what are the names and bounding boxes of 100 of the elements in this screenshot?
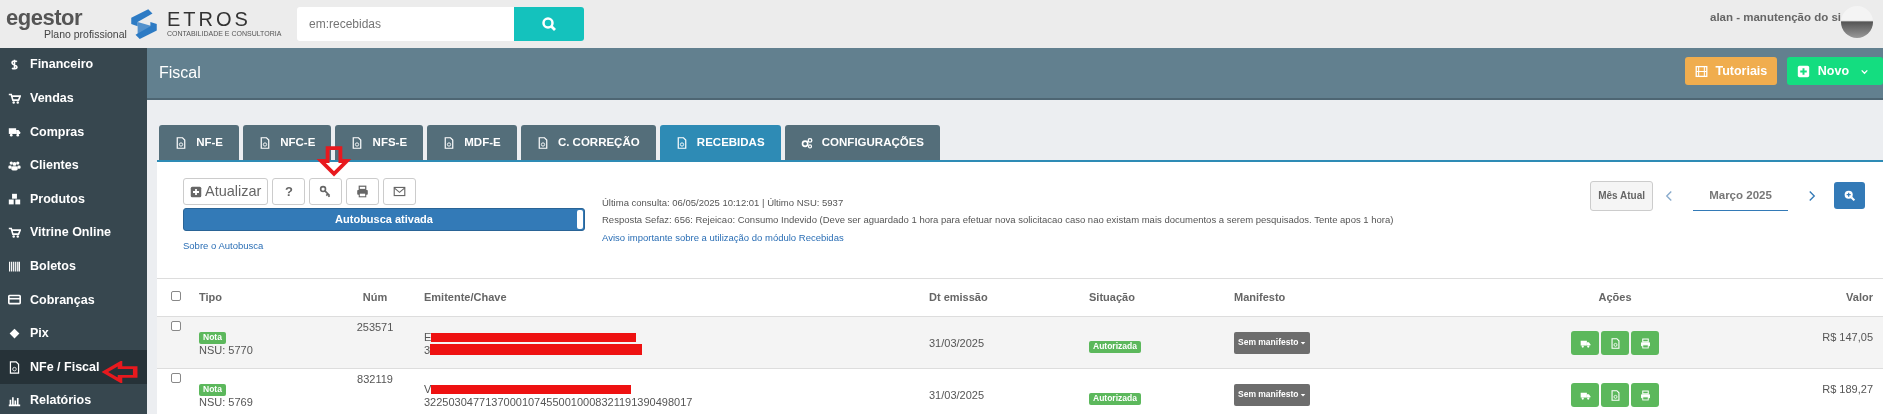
column-header: Valor [1846,291,1873,304]
column-header: Manifesto [1234,291,1286,304]
truck-button[interactable] [1571,383,1599,407]
sidebar-item[interactable]: NFe / Fiscal [0,350,147,384]
access-key-text: 3 [424,343,431,357]
sidebar-item[interactable]: Pix [0,316,147,351]
manifest-dropdown[interactable]: Sem manifesto [1234,384,1311,406]
gears-icon [800,136,813,149]
print-button[interactable] [1631,331,1659,355]
tab[interactable]: C. CORREÇÃO [520,125,656,160]
document-icon [175,136,187,149]
last-query-text: Última consulta: 06/05/2025 10:12:01 | Último NSU: 5937 [602,196,845,210]
status-badge: Autorizada [1089,341,1141,353]
diamond-icon [8,327,21,341]
nsu-text: NSU: 5770 [199,343,254,357]
page-title: Fiscal [159,63,201,83]
film-icon [1694,64,1708,78]
search-icon [541,16,557,32]
cart-icon [8,226,21,240]
help-button[interactable]: ? [272,178,306,205]
sidebar-item[interactable]: Vendas [0,81,147,116]
plan-label: Plano profissional [44,29,127,41]
number-cell: 253571 [356,321,394,333]
document-button[interactable] [1601,331,1629,355]
sidebar-item[interactable]: Cobranças [0,283,147,317]
tab[interactable]: NF-E [159,125,240,160]
sidebar-item[interactable]: Clientes [0,148,147,183]
sefaz-response-text: Resposta Sefaz: 656: Rejeicao: Consumo Indevido (Deve ser aguardado 1 hora para efetuar nova solicitacao caso nao existam mais documentos a serem pesquisados. Tente apos 1 hora) [602,213,1394,228]
autobusca-toggle[interactable]: Autobusca ativada [183,208,585,231]
document-button[interactable] [1601,383,1629,407]
sidebar-item[interactable]: Vitrine Online [0,215,147,250]
brand-logo: egestor [6,7,82,30]
bar-chart-icon [8,394,21,408]
barcode-icon [8,259,21,273]
sidebar-item[interactable]: Compras [0,115,147,149]
tab[interactable]: NFS-E [335,125,424,160]
search-field[interactable]: em:recebidas [297,7,514,41]
envelope-icon [393,185,407,198]
access-key-text: 32250304771370001074550010008321191390498017 [424,395,693,409]
document-icon [443,136,456,149]
tab[interactable]: MDF-E [427,125,517,160]
annotation-arrow [317,145,351,177]
search-button[interactable] [1834,182,1865,210]
sidebar-item[interactable]: Financeiro [0,48,147,82]
column-header: Dt emissão [929,291,988,304]
date-cell: 31/03/2025 [929,337,985,349]
document-icon [8,360,21,374]
value-cell: R$ 147,05 [1822,331,1873,343]
autobusca-link[interactable]: Sobre o Autobusca [183,239,264,254]
key-icon [319,185,333,198]
document-icon [536,136,549,149]
document-icon [1609,389,1621,401]
manifest-dropdown[interactable]: Sem manifesto [1234,332,1311,354]
document-icon [351,136,364,149]
sidebar-item[interactable]: Produtos [0,182,147,216]
notice-link[interactable]: Aviso importante sobre a utilização do módulo Recebidas [602,230,1394,245]
annotation-arrow [101,361,139,383]
print-icon [356,185,370,198]
plus-icon [190,185,202,198]
column-header: Emitente/Chave [424,291,507,304]
search-button[interactable] [514,7,584,41]
issuer-text: V [424,383,432,396]
email-button[interactable] [383,178,417,205]
column-header: Tipo [199,291,222,304]
issuer-text: E [424,331,432,344]
cubes-icon [8,192,21,206]
caret-icon [1300,340,1307,346]
sidebar-item[interactable]: Relatórios [0,383,147,414]
document-icon [259,136,272,149]
print-button[interactable] [346,178,380,205]
plus-icon [1797,64,1811,78]
status-badge: Autorizada [1089,393,1141,405]
sidebar-item[interactable]: Boletos [0,249,147,284]
document-icon [675,136,688,149]
tab[interactable]: RECEBIDAS [659,125,781,160]
print-icon [1639,337,1651,349]
current-month-button[interactable]: Mês Atual [1590,180,1653,211]
type-badge: Nota [199,384,226,396]
tab[interactable]: CONFIGURAÇÕES [784,125,941,160]
avatar[interactable] [1841,6,1873,38]
print-icon [1639,389,1651,401]
document-icon [1609,337,1621,349]
caret-icon [1300,392,1307,398]
dollar-icon [8,58,21,72]
select-all-checkbox[interactable] [171,291,181,302]
value-cell: R$ 189,27 [1822,383,1873,395]
refresh-button[interactable]: Atualizar [183,178,269,205]
tab[interactable]: NFC-E [243,125,332,160]
truck-icon [8,125,21,139]
print-button[interactable] [1631,383,1659,407]
partner-name: ETROS [167,8,252,29]
user-name[interactable]: alan - manutenção do si [1710,9,1841,27]
truck-button[interactable] [1571,331,1599,355]
month-field[interactable]: Março 2025 [1693,180,1788,212]
users-icon [8,159,21,173]
row-checkbox[interactable] [171,321,181,331]
number-cell: 832119 [357,373,393,385]
key-button[interactable] [309,178,343,205]
column-header: Núm [362,291,388,304]
row-checkbox[interactable] [171,373,181,383]
